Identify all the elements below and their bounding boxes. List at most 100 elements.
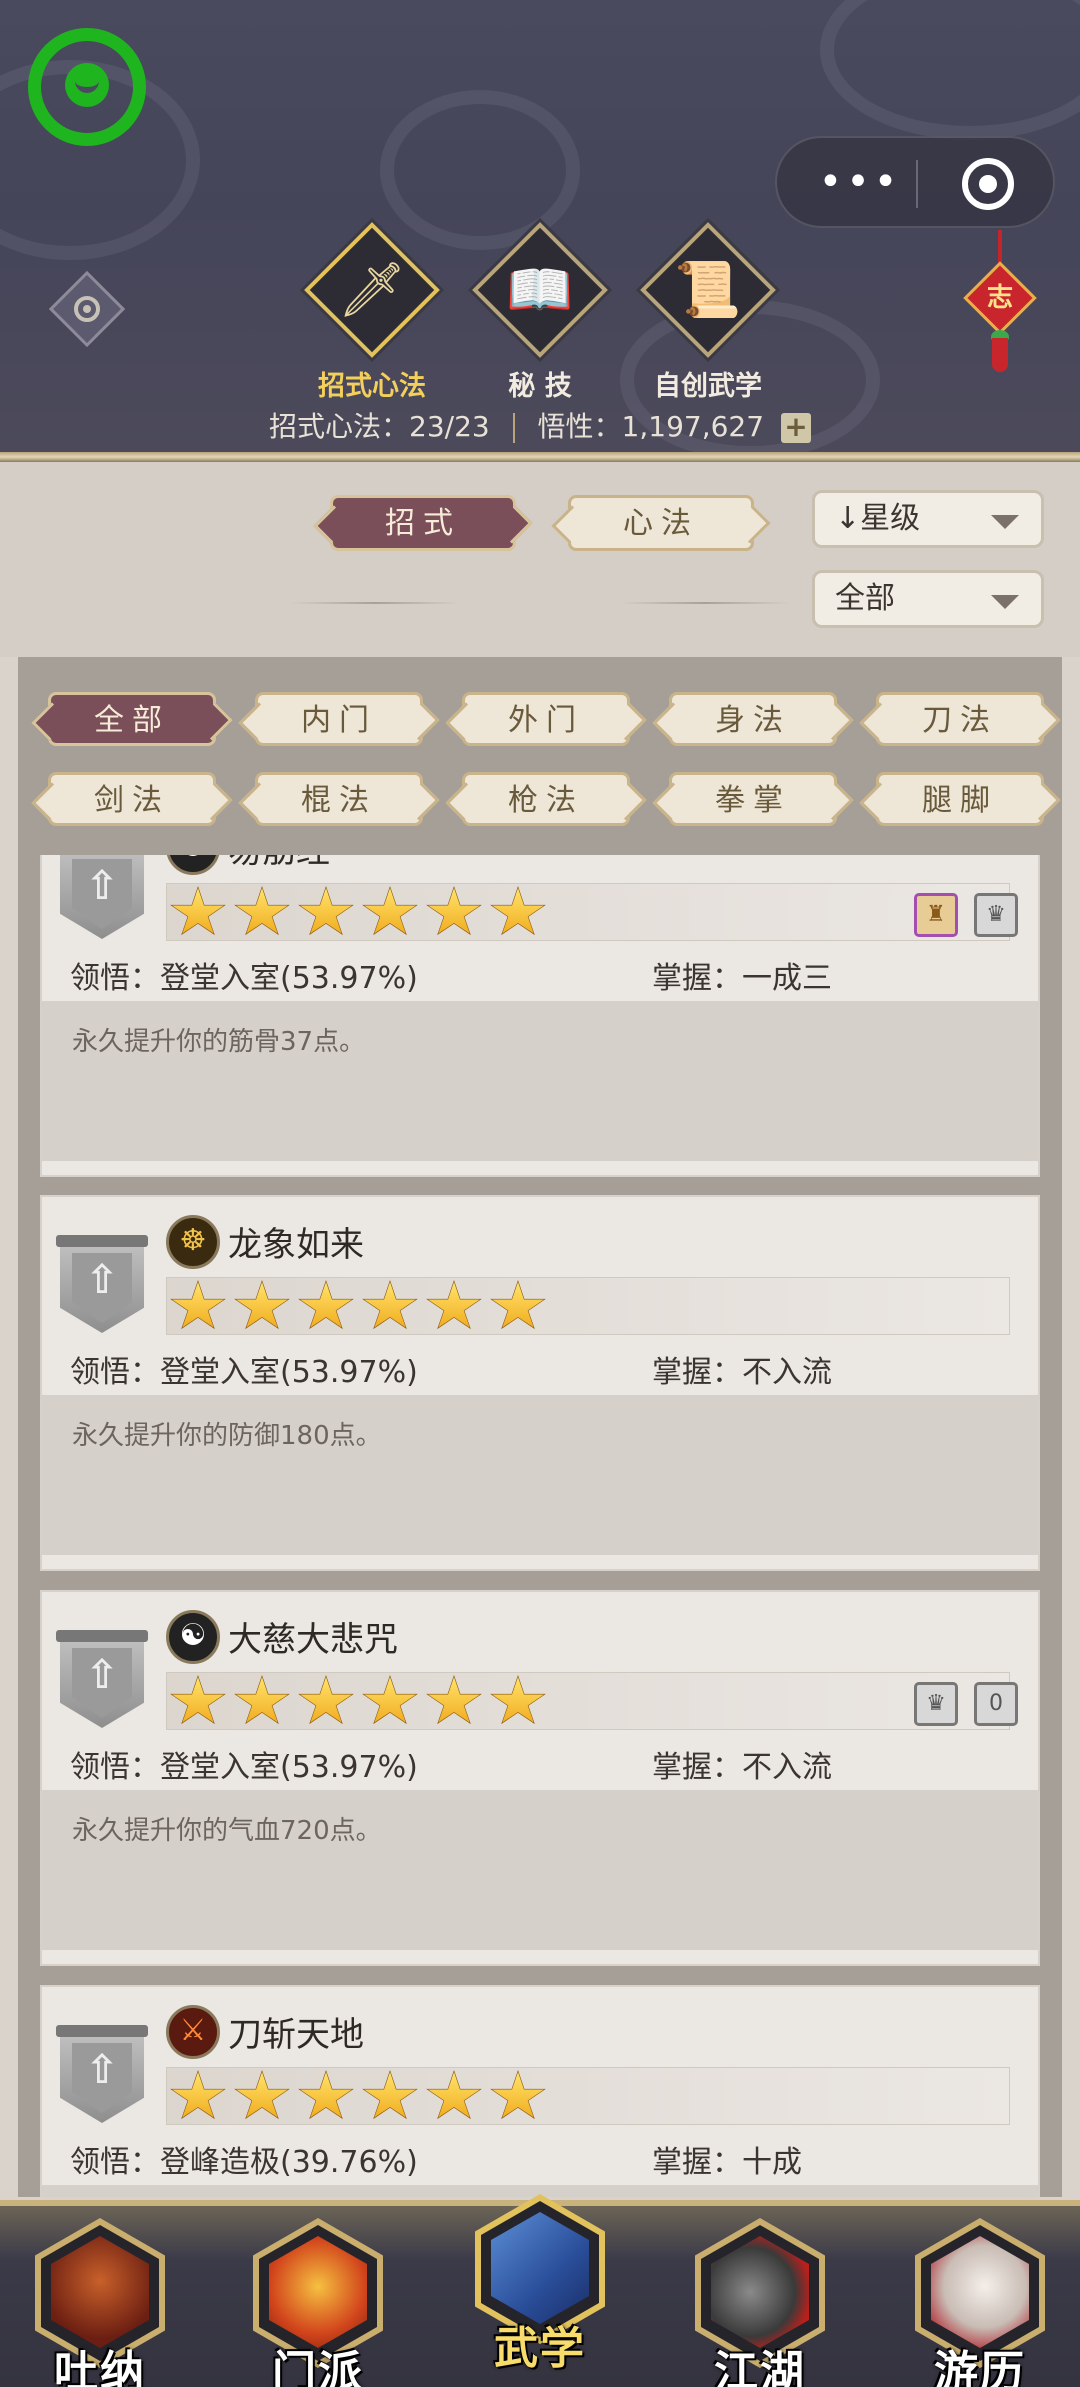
stats-bar: 招式心法：23/23 悟性：1,197,627 +: [0, 405, 1080, 445]
nav-sect[interactable]: 门派: [243, 2218, 393, 2387]
category-staff[interactable]: 棍法: [255, 772, 423, 826]
sort-dropdown[interactable]: ↓星级: [812, 490, 1044, 548]
star-icon: [236, 2072, 288, 2118]
bottom-nav: 吐纳 门派 武学 江湖 游历: [0, 2194, 1080, 2387]
upgrade-icon[interactable]: ⇧: [60, 855, 144, 939]
filter-dropdown[interactable]: 全部: [812, 570, 1044, 628]
nav-label: 游历: [934, 2347, 1026, 2387]
nav-martial-arts[interactable]: 武学: [465, 2194, 615, 2374]
blade-icon: ⚔: [166, 2005, 220, 2059]
divider: [620, 602, 790, 604]
category-outer[interactable]: 外门: [462, 692, 630, 746]
skill-description: 永久提升你的防御180点。: [72, 1421, 382, 1451]
star-icon: [172, 2072, 224, 2118]
tab-methods[interactable]: 心法: [568, 495, 754, 551]
skill-panel: 全部 内门 外门 身法 刀法 剑法 棍法 枪法 拳掌 腿脚 ⇧ ☯ 易筋经 ♜ …: [18, 657, 1062, 2197]
upgrade-icon[interactable]: ⇧: [56, 2025, 148, 2123]
nav-label: 门派: [272, 2347, 364, 2387]
buddha-icon: ☸: [166, 1215, 220, 1269]
category-leg[interactable]: 腿脚: [876, 772, 1044, 826]
mastery-text: 掌握：不入流: [652, 1355, 832, 1390]
equip-badge-icon[interactable]: ♛: [914, 1682, 958, 1726]
scroll-badge-icon[interactable]: ♜: [914, 893, 958, 937]
miniprogram-capsule: •••: [775, 136, 1055, 228]
skill-name: 刀斩天地: [228, 2015, 364, 2055]
skill-card[interactable]: ⇧ ⚔ 刀斩天地 领悟：登峰造极(39.76%) 掌握：十成: [40, 1985, 1040, 2197]
star-icon: [364, 2072, 416, 2118]
chinese-knot-icon[interactable]: 志: [960, 230, 1040, 380]
chevron-down-icon: [991, 595, 1019, 609]
sort-value: ↓星级: [835, 501, 921, 536]
equip-badge-icon[interactable]: ♛: [974, 893, 1018, 937]
cloud-decoration: [820, 0, 1080, 140]
skill-description: 永久提升你的筋骨37点。: [72, 1027, 366, 1057]
moves-count: 招式心法：23/23: [269, 410, 490, 443]
chat-icon[interactable]: [28, 28, 146, 146]
divider: [290, 602, 460, 604]
tab-moves-methods[interactable]: 🗡 招式心法: [292, 222, 452, 403]
star-rating: [166, 883, 1010, 941]
mastery-text: 掌握：一成三: [652, 961, 832, 996]
header: ••• 🗡 招式心法 📖 秘 技 📜 自创武学 志 招式心法：23/23 悟性：…: [0, 0, 1080, 462]
star-rating: [166, 2067, 1010, 2125]
more-options-icon[interactable]: •••: [815, 156, 905, 208]
category-inner[interactable]: 内门: [255, 692, 423, 746]
nav-label: 吐纳: [54, 2347, 146, 2387]
category-movement[interactable]: 身法: [669, 692, 837, 746]
upgrade-icon[interactable]: ⇧: [56, 1235, 148, 1333]
star-icon: [300, 1677, 352, 1723]
skill-card[interactable]: ⇧ ☯ 易筋经 ♜ ♛ 领悟：登堂入室(53.97%) 掌握：一成三 永久提升你…: [40, 855, 1040, 1177]
star-icon: [236, 1677, 288, 1723]
star-icon: [236, 888, 288, 934]
mastery-text: 掌握：十成: [652, 2145, 802, 2180]
category-blade[interactable]: 刀法: [876, 692, 1044, 746]
star-icon: [364, 888, 416, 934]
eye-icon[interactable]: [48, 270, 126, 348]
category-sword[interactable]: 剑法: [48, 772, 216, 826]
nav-jianghu[interactable]: 江湖: [685, 2218, 835, 2387]
close-target-icon[interactable]: [962, 158, 1014, 210]
star-icon: [236, 1282, 288, 1328]
comprehension-text: 领悟：登堂入室(53.97%): [70, 1750, 418, 1785]
skill-description: 永久提升你的气血720点。: [72, 1816, 382, 1846]
star-icon: [492, 2072, 544, 2118]
tab-label: 自创武学: [654, 371, 762, 402]
nav-meditate[interactable]: 吐纳: [25, 2218, 175, 2387]
star-icon: [492, 888, 544, 934]
star-icon: [300, 2072, 352, 2118]
skill-card[interactable]: ⇧ ☸ 龙象如来 领悟：登堂入室(53.97%) 掌握：不入流 永久提升你的防御…: [40, 1195, 1040, 1571]
star-rating: [166, 1672, 1010, 1730]
comprehension-text: 领悟：登堂入室(53.97%): [70, 1355, 418, 1390]
star-icon: [364, 1677, 416, 1723]
skill-card[interactable]: ⇧ ☯ 大慈大悲咒 ♛ 0 领悟：登堂入室(53.97%) 掌握：不入流 永久提…: [40, 1590, 1040, 1966]
category-fist[interactable]: 拳掌: [669, 772, 837, 826]
skill-name: 易筋经: [228, 855, 330, 872]
skill-name: 龙象如来: [228, 1225, 364, 1265]
star-icon: [428, 2072, 480, 2118]
yin-yang-icon: ☯: [166, 855, 220, 875]
add-insight-button[interactable]: +: [780, 413, 811, 443]
tab-moves[interactable]: 招式: [330, 495, 516, 551]
star-icon: [172, 888, 224, 934]
book-icon: 📖: [506, 258, 574, 321]
mastery-text: 掌握：不入流: [652, 1750, 832, 1785]
category-spear[interactable]: 枪法: [462, 772, 630, 826]
filter-value: 全部: [835, 581, 895, 616]
nav-travel[interactable]: 游历: [905, 2218, 1055, 2387]
nav-label: 武学: [494, 2323, 586, 2374]
chevron-down-icon: [991, 515, 1019, 529]
comprehension-text: 领悟：登峰造极(39.76%): [70, 2145, 418, 2180]
nav-label: 江湖: [714, 2347, 806, 2387]
tab-label: 秘 技: [508, 371, 572, 402]
skill-list[interactable]: ⇧ ☯ 易筋经 ♜ ♛ 领悟：登堂入室(53.97%) 掌握：一成三 永久提升你…: [40, 855, 1040, 2197]
zero-badge-icon[interactable]: 0: [974, 1682, 1018, 1726]
star-icon: [364, 1282, 416, 1328]
upgrade-icon[interactable]: ⇧: [56, 1630, 148, 1728]
star-icon: [300, 888, 352, 934]
category-all[interactable]: 全部: [48, 692, 216, 746]
scroll-icon: 📜: [674, 258, 742, 321]
tab-self-created[interactable]: 📜 自创武学: [628, 222, 788, 403]
star-icon: [300, 1282, 352, 1328]
star-icon: [492, 1282, 544, 1328]
tab-secret-skills[interactable]: 📖 秘 技: [460, 222, 620, 403]
